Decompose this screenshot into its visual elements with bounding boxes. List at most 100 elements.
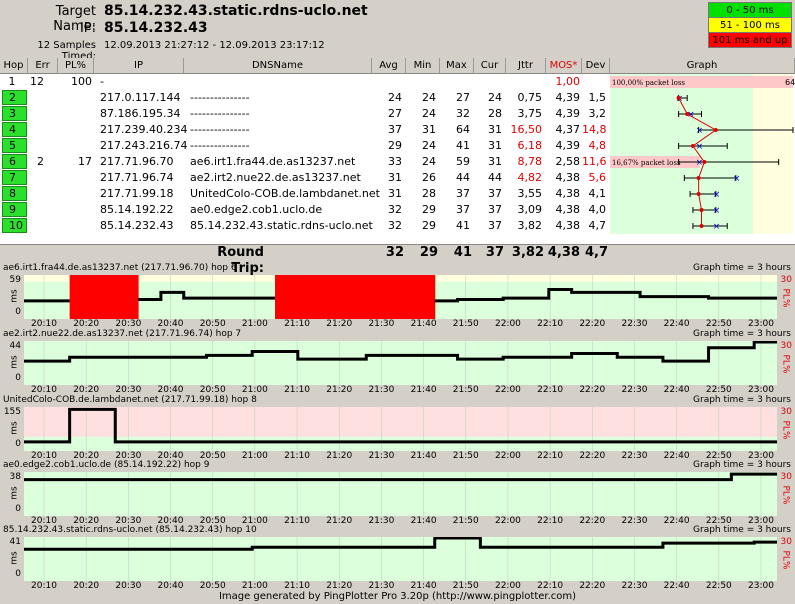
cell-err [28,106,44,122]
y-zero-label: 0 [15,439,21,449]
cell-pl [58,170,92,186]
round-trip-dev: 4,7 [584,245,608,260]
cell-mos: 4,37 [555,123,581,136]
cell-jttr [506,74,542,90]
cell-mos: 4,38 [555,171,581,184]
hop-graph-time: Graph time = 3 hours [693,263,791,273]
col-cur[interactable]: Cur [474,58,506,74]
cell-min [406,74,436,90]
loss-block [389,275,413,319]
y-unit-label: ms [9,289,20,303]
table-row[interactable]: 1 12 100- 1,00 [0,74,610,90]
table-row[interactable]: 2 217.0.117.144 --------------- 24 24 27 24 0,7… [0,90,610,106]
hop-number: 10 [2,218,27,233]
cell-ip: 217.71.96.70 [100,155,174,168]
hop-graph-panel[interactable]: ae6.irt1.fra44.de.as13237.net (217.71.96… [0,263,795,330]
hop-graph-panel[interactable]: 85.14.232.43.static.rdns-uclo.net (85.14… [0,525,795,592]
cell-avg [372,74,402,90]
cell-avg: 33 [388,155,402,168]
cell-min: 28 [422,187,436,200]
target-name-value: 85.14.232.43.static.rdns-uclo.net [104,3,368,19]
cell-pl [58,138,92,154]
hop-number: 2 [2,90,27,105]
table-row[interactable]: 5 217.243.216.74 --------------- 29 24 41 31 6,… [0,138,610,154]
hop-graph-panel[interactable]: ae2.irt2.nue22.de.as13237.net (217.71.96… [0,329,795,396]
loss-block [92,275,116,319]
col-min[interactable]: Min [406,58,440,74]
cell-cur: 37 [488,203,502,216]
cell-cur: 28 [488,107,502,120]
pl-max-label: 30 [780,537,792,547]
col-pl[interactable]: PL% [58,58,94,74]
ip-label: IP: [79,21,96,36]
table-row[interactable]: 9 85.14.192.22 ae0.edge2.cob1.uclo.de 32 29 3… [0,202,610,218]
cell-min: 31 [422,123,436,136]
loss-block [297,275,322,319]
cell-dns: UnitedColo-COB.de.lambdanet.net [190,187,380,200]
col-max[interactable]: Max [440,58,474,74]
col-mos[interactable]: MOS* [546,58,582,74]
y-zero-label: 0 [15,307,21,317]
cell-ip: 85.14.232.43 [100,219,174,232]
cell-dev: 4,1 [588,187,607,200]
cell-max: 64 [456,123,470,136]
latency-mini-graph: 100,00% packet loss 64 × × × × 16,67% packet l… [610,74,795,234]
col-dnsname[interactable]: DNSName [184,58,372,74]
hop-number: 1 [8,75,16,88]
legend-green: 0 - 50 ms [708,2,792,18]
col-jttr[interactable]: Jttr [506,58,546,74]
hop-graph-title: ae6.irt1.fra44.de.as13237.net (217.71.96… [3,263,237,273]
cell-err [28,122,44,138]
cell-max: 41 [456,219,470,232]
cell-dns: --------------- [190,107,250,120]
cell-avg: 29 [388,139,402,152]
zone-band [24,407,777,437]
packet-loss-label: 16,67% packet loss [612,159,681,167]
hop-graph-time: Graph time = 3 hours [693,460,791,470]
loss-block [411,275,436,319]
cell-err [28,170,44,186]
cell-err [28,186,44,202]
y-zero-label: 0 [15,569,21,579]
cell-mos: 4,39 [555,91,581,104]
legend-yellow: 51 - 100 ms [708,17,792,33]
col-dev[interactable]: Dev [582,58,610,74]
table-row[interactable]: 7 217.71.96.74 ae2.irt2.nue22.de.as13237.n… [0,170,610,186]
cell-ip: 217.239.40.234 [100,123,188,136]
table-row[interactable]: 8 217.71.99.18 UnitedColo-COB.de.lambdanet… [0,186,610,202]
cell-avg: 31 [388,171,402,184]
table-row[interactable]: 3 87.186.195.34 --------------- 27 24 32 28 3,7… [0,106,610,122]
col-ip[interactable]: IP [94,58,184,74]
loss-block [320,275,344,319]
cell-dev: 14,8 [582,123,607,136]
loss-block [275,275,299,319]
pl-axis-label: PL% [780,420,791,440]
cell-min: 29 [422,219,436,232]
round-trip-min: 29 [419,245,438,260]
pl-max-label: 30 [780,407,792,417]
hop-graph-panel[interactable]: UnitedColo-COB.de.lambdanet.net (217.71.… [0,395,795,462]
graph-zone-yellow [752,74,793,234]
hop-number: 6 [2,154,27,169]
col-avg[interactable]: Avg [372,58,406,74]
hop-latency-plot [24,275,777,319]
cell-jttr: 3,09 [517,203,543,216]
col-graph[interactable]: Graph [610,58,795,74]
cell-max [440,74,470,90]
hop-graph-title: UnitedColo-COB.de.lambdanet.net (217.71.… [3,395,257,405]
cell-ip: 85.14.192.22 [100,203,174,216]
col-hop[interactable]: Hop [0,58,28,74]
table-row[interactable]: 6 2 17 217.71.96.70 ae6.irt1.fra44.de.as1323… [0,154,610,170]
cell-dns: ae2.irt2.nue22.de.as13237.net [190,171,361,184]
cell-min: 24 [422,107,436,120]
y-max-label: 155 [3,407,21,417]
hop-graph-panel[interactable]: ae0.edge2.cob1.uclo.de (85.14.192.22) ho… [0,460,795,527]
loss-block [69,275,93,319]
y-unit-label: ms [9,486,20,500]
cell-dns: 85.14.232.43.static.rdns-uclo.net [190,219,373,232]
col-err[interactable]: Err [28,58,58,74]
cell-ip: 217.0.117.144 [100,91,181,104]
cell-min: 26 [422,171,436,184]
table-row[interactable]: 10 85.14.232.43 85.14.232.43.static.rdns-u… [0,218,610,234]
table-row[interactable]: 4 217.239.40.234 --------------- 37 31 64 31 16… [0,122,610,138]
